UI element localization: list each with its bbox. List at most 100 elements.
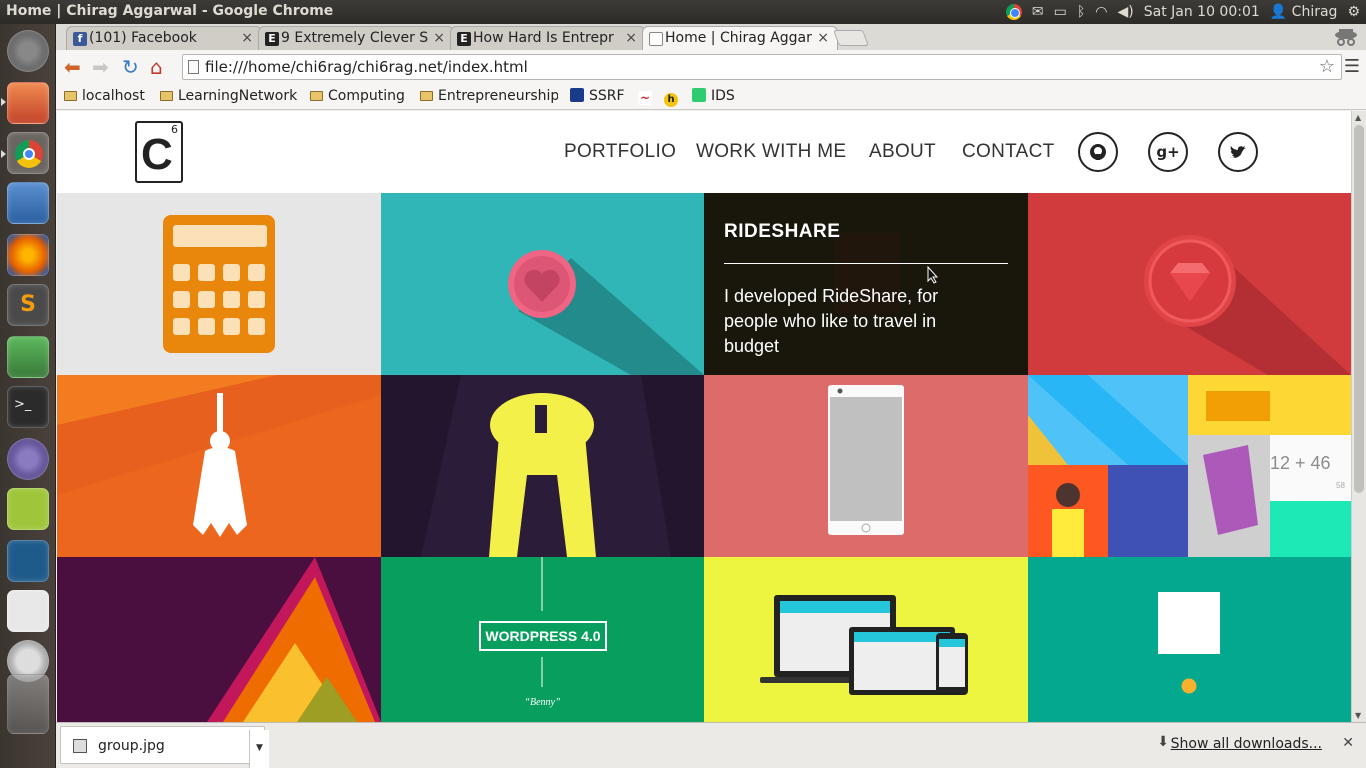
user-menu[interactable]: 👤 Chirag: [1270, 4, 1338, 20]
github-icon[interactable]: [1078, 132, 1118, 172]
portfolio-tile-rideshare[interactable]: RIDESHARE I developed RideShare, for peo…: [704, 193, 1028, 375]
eclipse-icon[interactable]: [7, 438, 49, 480]
unity-launcher: S >_: [0, 24, 56, 768]
bookmark-label: localhost: [82, 88, 145, 104]
portfolio-tile-ruby[interactable]: [1028, 193, 1351, 375]
tab-strip: f (101) Facebook × E 9 Extremely Clever …: [56, 24, 1366, 50]
firefox-icon[interactable]: [7, 234, 49, 276]
portfolio-tile-calculator[interactable]: [57, 193, 381, 375]
android-studio-icon[interactable]: [7, 336, 49, 378]
tab-entrepreneurship[interactable]: E How Hard Is Entrepr ×: [450, 26, 646, 50]
sublime-text-icon[interactable]: S: [7, 284, 49, 326]
google-plus-icon[interactable]: g+: [1148, 132, 1188, 172]
wireshark-icon[interactable]: [7, 540, 49, 582]
menu-icon[interactable]: ☰: [1344, 56, 1360, 77]
new-tab-button[interactable]: [833, 30, 869, 46]
battery-icon[interactable]: ▭: [1054, 4, 1067, 20]
airtel-icon: ~: [638, 91, 652, 105]
nav-portfolio[interactable]: PORTFOLIO: [564, 141, 676, 163]
bookmark-computing[interactable]: Computing: [310, 88, 405, 104]
bookmark-label: Computing: [328, 88, 405, 104]
image-file-icon: [73, 739, 87, 753]
tab-facebook[interactable]: f (101) Facebook ×: [66, 26, 262, 50]
bookmarks-bar: localhost LearningNetwork Computing Entr…: [56, 84, 1366, 110]
page-icon: [188, 60, 199, 74]
close-icon[interactable]: ×: [241, 30, 253, 46]
terminal-icon[interactable]: >_: [7, 386, 49, 428]
portfolio-tile-phone[interactable]: [704, 375, 1028, 557]
home-icon[interactable]: ⌂: [150, 56, 163, 78]
entrepreneur-icon: E: [265, 32, 279, 46]
clock[interactable]: Sat Jan 10 00:01: [1144, 4, 1260, 20]
close-icon[interactable]: ✕: [1342, 735, 1354, 751]
portfolio-tile-triangle[interactable]: [57, 557, 381, 722]
chrome-launcher-icon[interactable]: [7, 132, 49, 174]
vertical-scrollbar[interactable]: ▲ ▼: [1351, 111, 1366, 722]
project-description: I developed RideShare, for people who li…: [724, 286, 939, 356]
tab-clever[interactable]: E 9 Extremely Clever S ×: [258, 26, 454, 50]
portfolio-tile-devices[interactable]: [704, 557, 1028, 722]
nav-about[interactable]: ABOUT: [869, 141, 936, 163]
trash-stack-icon[interactable]: [7, 674, 49, 734]
reload-icon[interactable]: ↻: [122, 56, 139, 78]
calculator-icon: [163, 215, 275, 353]
chevron-down-icon[interactable]: ▼: [249, 730, 269, 768]
portfolio-tile-heart[interactable]: [381, 193, 704, 375]
scroll-up-arrow-icon[interactable]: ▲: [1355, 113, 1361, 122]
site-header: C 6 PORTFOLIO WORK WITH ME ABOUT CONTACT…: [57, 111, 1351, 193]
nav-contact[interactable]: CONTACT: [962, 141, 1055, 163]
address-bar[interactable]: file:///home/chi6rag/chi6rag.net/index.h…: [182, 54, 1342, 80]
bookmark-label: SSRF: [589, 88, 625, 104]
mail-icon[interactable]: ✉: [1032, 4, 1044, 20]
gear-icon[interactable]: ⚙: [1347, 4, 1360, 20]
star-icon[interactable]: ☆: [1319, 56, 1335, 77]
profile-icon[interactable]: [1332, 26, 1360, 48]
bookmark-entrepreneurship[interactable]: Entrepreneurship: [420, 88, 558, 104]
chrome-indicator-icon[interactable]: [1005, 4, 1022, 20]
download-filename: group.jpg: [98, 738, 165, 754]
tab-title: 9 Extremely Clever S: [281, 30, 429, 46]
back-arrow-icon[interactable]: ⬅: [64, 56, 81, 78]
bookmark-localhost[interactable]: localhost: [64, 88, 145, 104]
twitter-icon[interactable]: [1218, 132, 1258, 172]
nav-work-with-me[interactable]: WORK WITH ME: [696, 141, 846, 163]
libreoffice-icon[interactable]: [7, 590, 49, 632]
portfolio-tile-broom[interactable]: [57, 375, 381, 557]
scroll-down-arrow-icon[interactable]: ▼: [1355, 711, 1361, 720]
portfolio-tile-illustration[interactable]: [381, 375, 704, 557]
project-title: RIDESHARE: [724, 221, 841, 242]
files-icon[interactable]: [7, 82, 49, 124]
portfolio-tile-wordpress[interactable]: WORDPRESS 4.0 “Benny”: [381, 557, 704, 722]
portfolio-tile-material[interactable]: 12 + 46 58: [1028, 375, 1351, 557]
chromium-icon[interactable]: [7, 182, 49, 224]
volume-icon[interactable]: ◀): [1118, 4, 1134, 20]
close-icon[interactable]: ×: [817, 30, 829, 46]
page-icon: [649, 32, 663, 46]
web-page: C 6 PORTFOLIO WORK WITH ME ABOUT CONTACT…: [57, 111, 1351, 722]
close-icon[interactable]: ×: [625, 30, 637, 46]
bookmark-airtel[interactable]: ~: [638, 88, 657, 105]
tab-home-active[interactable]: Home | Chirag Aggar ×: [642, 26, 838, 50]
google-plus-label: g+: [1156, 143, 1180, 161]
forward-arrow-icon[interactable]: ➡: [92, 56, 109, 78]
wifi-icon[interactable]: ◠: [1095, 4, 1107, 20]
portfolio-tile-teal[interactable]: [1028, 557, 1351, 722]
bluetooth-icon[interactable]: ᛒ: [1077, 4, 1085, 20]
show-all-downloads-link[interactable]: Show all downloads...: [1171, 736, 1322, 752]
ruby-icon: [1144, 235, 1351, 375]
folder-icon: [160, 91, 173, 101]
bookmark-learningnetwork[interactable]: LearningNetwork: [160, 88, 298, 104]
close-icon[interactable]: ×: [433, 30, 445, 46]
facebook-icon: f: [73, 32, 87, 46]
site-logo[interactable]: C 6: [135, 121, 183, 183]
bookmark-ids[interactable]: IDS: [692, 88, 735, 104]
bookmark-ssrf[interactable]: SSRF: [570, 88, 625, 104]
android-sdk-icon[interactable]: [7, 488, 49, 530]
bookmark-h[interactable]: h: [664, 88, 683, 107]
entrepreneur-icon: E: [457, 32, 471, 46]
system-tray: ✉ ▭ ᛒ ◠ ◀) Sat Jan 10 00:01 👤 Chirag ⚙: [1005, 0, 1366, 24]
dash-icon[interactable]: [7, 30, 49, 72]
download-item[interactable]: group.jpg ▼: [60, 726, 269, 768]
broom-icon: [57, 375, 381, 557]
scrollbar-thumb[interactable]: [1354, 125, 1364, 493]
